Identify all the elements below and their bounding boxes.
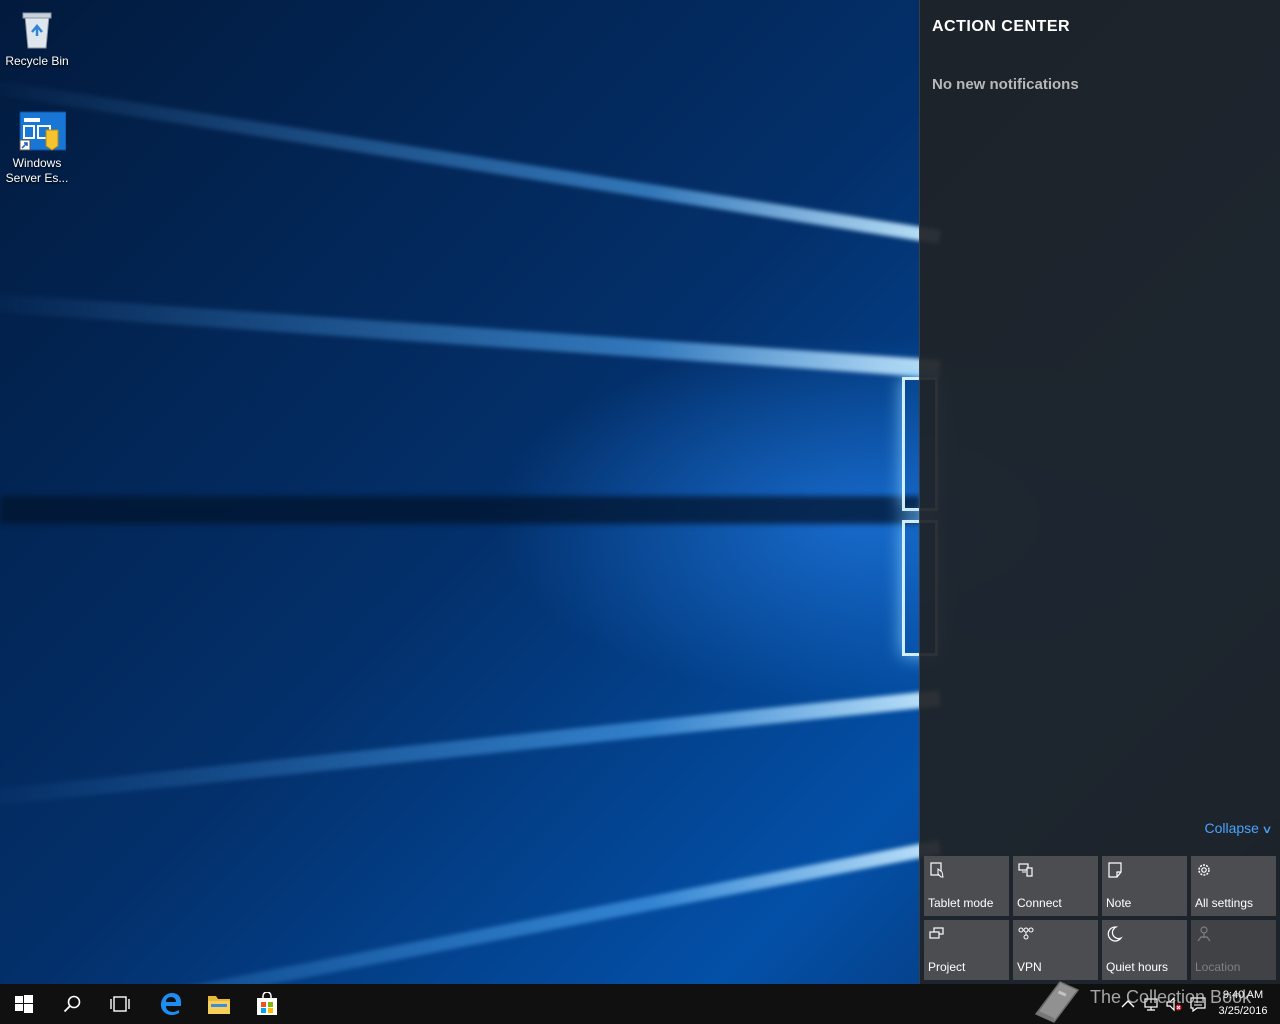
store-icon <box>257 992 277 1015</box>
location-icon <box>1197 926 1211 942</box>
taskbar-clock[interactable]: 9:40 AM 3/25/2016 <box>1210 987 1276 1019</box>
collapse-label: Collapse <box>1204 820 1259 836</box>
light-beam <box>0 840 942 984</box>
quick-action-label: Connect <box>1017 896 1062 910</box>
quick-action-location[interactable]: Location <box>1191 920 1276 980</box>
edge-button[interactable] <box>147 984 195 1024</box>
clock-date: 3/25/2016 <box>1218 1005 1268 1017</box>
quick-action-all-settings[interactable]: All settings <box>1191 856 1276 916</box>
windows-logo-icon <box>15 995 33 1013</box>
moon-icon <box>1107 926 1123 942</box>
quick-action-tablet-mode[interactable]: Tablet mode <box>924 856 1009 916</box>
light-beam <box>0 291 941 378</box>
quick-action-label: VPN <box>1017 960 1042 974</box>
edge-icon <box>161 993 181 1015</box>
no-notifications-message: No new notifications <box>932 76 1079 93</box>
quick-action-project[interactable]: Project <box>924 920 1009 980</box>
task-view-icon <box>110 996 130 1012</box>
chevron-up-icon[interactable] <box>1120 996 1136 1012</box>
quick-action-label: Location <box>1195 960 1241 974</box>
light-beam <box>0 76 942 244</box>
network-icon[interactable] <box>1143 996 1159 1012</box>
search-button[interactable] <box>48 984 96 1024</box>
quick-action-label: Project <box>928 960 966 974</box>
connect-icon <box>1018 863 1033 877</box>
start-button[interactable] <box>0 984 48 1024</box>
action-center-icon[interactable] <box>1190 996 1206 1012</box>
clock-time: 9:40 AM <box>1222 989 1264 1001</box>
vpn-icon <box>1018 927 1034 940</box>
volume-muted-icon[interactable] <box>1166 996 1182 1012</box>
quick-action-connect[interactable]: Connect <box>1013 856 1098 916</box>
collapse-link[interactable]: Collapse ∨ <box>1204 820 1273 836</box>
desktop-icon-label: Windows Server Es... <box>5 156 69 185</box>
wallpaper-shadow-band <box>0 496 920 524</box>
windows-server-essentials-icon <box>16 110 67 152</box>
desktop-icon-recycle-bin[interactable]: Recycle Bin <box>0 8 74 69</box>
quick-action-label: Quiet hours <box>1106 960 1169 974</box>
tablet-mode-icon <box>930 862 944 878</box>
quick-action-vpn[interactable]: VPN <box>1013 920 1098 980</box>
action-center-panel: ACTION CENTER No new notifications Colla… <box>919 0 1280 984</box>
action-center-title: ACTION CENTER <box>932 18 1071 35</box>
quick-action-note[interactable]: Note <box>1102 856 1187 916</box>
desktop-icon-windows-server-essentials[interactable]: Windows Server Es... <box>0 110 74 186</box>
chevron-down-icon: ∨ <box>1261 824 1273 836</box>
desktop-icon-label: Recycle Bin <box>5 54 69 68</box>
file-explorer-button[interactable] <box>195 984 243 1024</box>
gear-icon <box>1198 864 1210 876</box>
project-icon <box>929 927 944 939</box>
search-icon <box>63 995 81 1013</box>
store-button[interactable] <box>243 984 291 1024</box>
recycle-bin-icon <box>16 8 58 50</box>
quick-actions-grid: Tablet mode Connect Note All settings Pr… <box>924 856 1277 980</box>
folder-icon <box>208 996 230 1014</box>
quick-action-label: Tablet mode <box>928 896 994 910</box>
light-beam <box>0 690 941 809</box>
quick-action-quiet-hours[interactable]: Quiet hours <box>1102 920 1187 980</box>
taskbar: 9:40 AM 3/25/2016 <box>0 984 1280 1024</box>
task-view-button[interactable] <box>96 984 144 1024</box>
quick-action-label: All settings <box>1195 896 1254 910</box>
note-icon <box>1108 862 1122 878</box>
quick-action-label: Note <box>1106 896 1132 910</box>
